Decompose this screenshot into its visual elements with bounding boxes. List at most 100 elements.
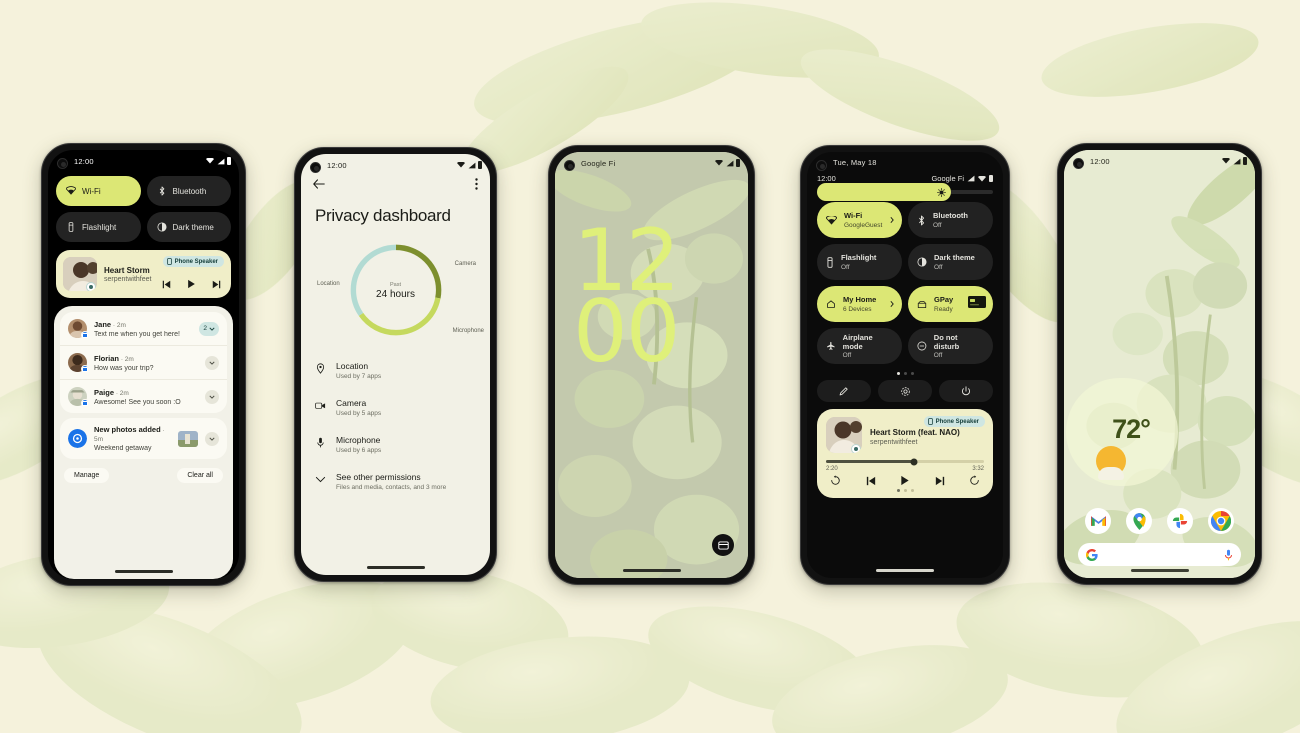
expand-button[interactable] [205,355,219,370]
gesture-bar[interactable] [1130,569,1189,572]
gesture-bar[interactable] [876,569,934,572]
search-input[interactable] [1098,550,1224,559]
output-device-chip[interactable]: Phone Speaker [923,416,985,427]
next-track-icon[interactable] [935,476,945,486]
avatar [68,319,89,339]
previous-track-icon[interactable] [162,280,171,289]
google-search-bar[interactable] [1078,543,1241,566]
seek-knob[interactable] [910,458,918,465]
qs-tile-flashlight[interactable]: Flashlight Off [817,244,902,280]
quick-settings-grid: Wi-Fi GoogleGuest Bluetooth Off Flashlig… [807,200,1003,370]
brightness-slider[interactable] [807,183,1003,201]
media-seek-bar[interactable] [826,458,984,465]
photos-icon[interactable] [1166,508,1193,534]
output-device-label: Phone Speaker [174,258,218,265]
rewind-10-icon[interactable] [830,475,841,486]
dark-theme-icon [156,222,167,232]
google-g-icon [1086,548,1098,561]
qs-tile-bluetooth[interactable]: Bluetooth [146,176,231,206]
pager-dot[interactable] [903,372,907,375]
notification-sender: Florian [94,353,120,363]
clear-all-button[interactable]: Clear all [177,468,223,483]
app-badge-icon [81,331,89,339]
play-icon[interactable] [187,279,196,289]
media-player-card[interactable]: Heart Storm (feat. NAO) serpentwithfeet … [817,409,993,498]
qs-tile-dark-theme[interactable]: Dark theme [146,212,231,242]
notification-text: Awesome! See you soon :O [94,398,181,406]
qs-tile-dark-theme[interactable]: Dark theme Off [908,244,993,280]
settings-button[interactable] [878,380,932,402]
qs-tile-do-not-disturb[interactable]: Do not disturb Off [908,328,993,364]
pager-dot[interactable] [910,372,914,375]
forward-10-icon[interactable] [969,475,980,486]
qs-tile-bluetooth[interactable]: Bluetooth Off [908,202,993,238]
avatar [68,353,89,373]
gesture-bar[interactable] [366,566,425,569]
app-dock [1064,508,1255,534]
permission-row-location[interactable]: Location Used by 7 apps [315,352,476,389]
quick-settings-grid: Wi-Fi Bluetooth Flashlight Dark theme [48,172,239,250]
gmail-icon[interactable] [1085,508,1112,534]
pager-dot[interactable] [896,372,900,375]
expand-button[interactable] [205,389,219,404]
qs-tile-sublabel: 6 Devices [843,305,872,313]
play-icon[interactable] [900,475,910,486]
gesture-bar[interactable] [622,569,681,572]
expand-button[interactable] [205,431,219,446]
battery-icon [478,161,482,169]
chevron-right-icon[interactable] [890,300,894,308]
qs-tile-wifi[interactable]: Wi-Fi GoogleGuest [817,202,902,238]
qs-tile-sublabel: Off [934,263,943,271]
qs-tile-sublabel: Off [842,352,852,360]
output-device-chip[interactable]: Phone Speaker [162,256,224,267]
wifi-icon [978,175,986,181]
chevron-down-icon [315,476,326,483]
overflow-menu-icon[interactable] [475,178,478,190]
status-bar: 12:00 [301,154,490,176]
microphone-icon[interactable] [1224,549,1233,561]
chevron-right-icon[interactable] [890,216,894,224]
status-date: Tue, May 18 [833,157,877,167]
maps-icon[interactable] [1126,508,1153,534]
camera-punch-hole [564,160,575,171]
chevron-down-icon [209,327,215,331]
status-bar: 12:00 [48,150,239,172]
manage-button[interactable]: Manage [64,468,110,483]
qs-tile-flashlight[interactable]: Flashlight [56,212,141,242]
edit-tiles-button[interactable] [817,380,871,402]
power-button[interactable] [939,380,993,402]
pager-dot[interactable] [903,489,907,492]
weather-widget[interactable]: 72° [1066,378,1178,486]
media-player-card[interactable]: Heart Storm serpentwithfeet Phone Speake… [56,250,231,298]
media-elapsed: 2:20 [826,466,838,472]
back-arrow-icon[interactable] [313,179,325,189]
qs-tile-my-home[interactable]: My Home 6 Devices [817,286,902,322]
permission-row-camera[interactable]: Camera Used by 5 apps [315,389,476,426]
donut-label-camera: Camera [454,261,476,267]
camera-punch-hole [310,162,321,173]
pager-dot[interactable] [896,489,900,492]
pager-dot[interactable] [910,489,914,492]
permission-row-see-other[interactable]: See other permissions Files and media, c… [315,463,476,500]
notification-count-expand[interactable]: 2 [199,321,219,336]
album-art [63,257,97,291]
chrome-icon[interactable] [1207,508,1234,534]
previous-track-icon[interactable] [866,476,876,486]
qs-tile-gpay[interactable]: GPay Ready [908,286,993,322]
qs-tile-airplane-mode[interactable]: Airplane mode Off [817,328,902,364]
notification-row[interactable]: Jane · 2m Text me when you get here! 2 [60,312,227,345]
notification-row[interactable]: Florian · 2m How was your trip? [60,345,227,379]
wallet-shortcut-button[interactable] [712,534,734,556]
notification-row[interactable]: Paige · 2m Awesome! See you soon :O [60,379,227,413]
gesture-bar[interactable] [114,570,173,573]
photos-notification-group: New photos added · 5m Weekend getaway [60,418,227,459]
page-title: Privacy dashboard [315,206,451,225]
notification-row[interactable]: New photos added · 5m Weekend getaway [60,418,227,459]
quick-settings-pager[interactable] [807,370,1003,380]
permission-usage: Used by 7 apps [336,373,382,380]
qs-tile-wifi[interactable]: Wi-Fi [56,176,141,206]
wifi-icon [826,215,837,225]
permission-row-microphone[interactable]: Microphone Used by 6 apps [315,426,476,463]
notification-title: New photos added [94,425,161,434]
next-track-icon[interactable] [212,280,221,289]
